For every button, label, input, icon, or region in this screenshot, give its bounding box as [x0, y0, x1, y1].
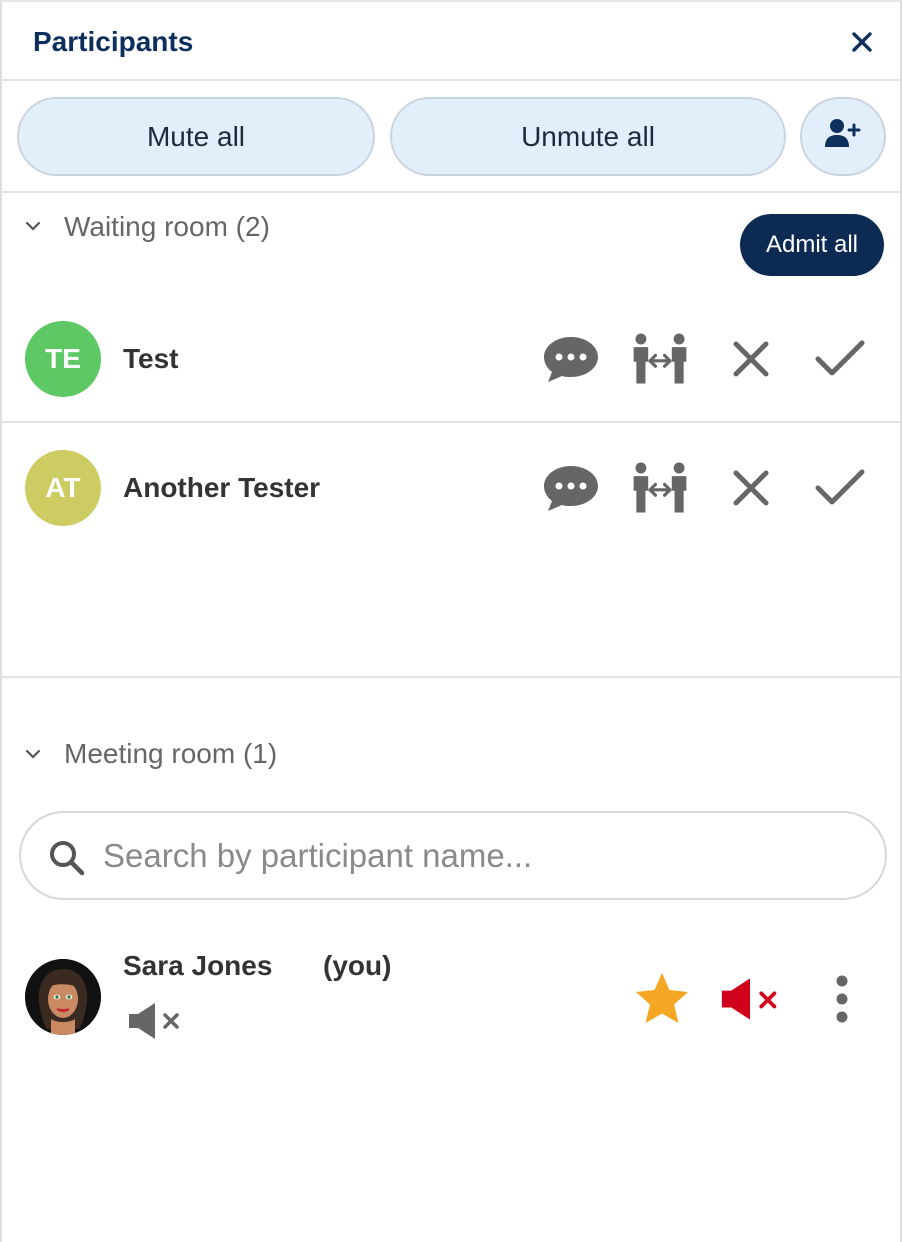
deny-icon[interactable] [721, 458, 781, 518]
move-to-breakout-icon[interactable] [630, 458, 690, 518]
waiting-room-header[interactable]: Waiting room (2) Admit all [2, 195, 900, 276]
participant-name: Test [123, 343, 179, 374]
chat-icon[interactable] [541, 329, 601, 389]
avatar: AT [25, 450, 101, 526]
section-divider [2, 676, 900, 678]
admit-icon[interactable] [810, 329, 870, 389]
meeting-participant-row: Sara Jones (you) [2, 932, 900, 1052]
move-to-breakout-icon[interactable] [630, 329, 690, 389]
search-icon [47, 838, 85, 876]
participants-panel: Participants Mute all Unmute all Waiting… [0, 0, 902, 1242]
chevron-down-icon[interactable] [24, 217, 42, 235]
invite-participant-button[interactable] [800, 97, 886, 176]
mute-speaker-icon[interactable] [720, 969, 780, 1029]
admit-icon[interactable] [810, 458, 870, 518]
muted-microphone-icon [127, 1001, 183, 1046]
panel-header: Participants [2, 2, 900, 81]
waiting-participant-row: AT Another Tester [2, 425, 900, 553]
avatar: TE [25, 321, 101, 397]
meeting-room-header[interactable]: Meeting room (1) [2, 723, 900, 783]
toolbar: Mute all Unmute all [2, 81, 900, 193]
avatar [25, 959, 101, 1035]
participant-name: Sara Jones [123, 950, 273, 981]
more-options-icon[interactable] [812, 969, 872, 1029]
add-person-icon [824, 117, 862, 156]
meeting-room-title: Meeting room (1) [64, 738, 278, 769]
admit-all-button[interactable]: Admit all [740, 214, 884, 276]
participant-name: Another Tester [123, 472, 321, 503]
chat-icon[interactable] [541, 458, 601, 518]
search-input[interactable] [103, 827, 863, 885]
star-icon[interactable] [632, 969, 692, 1029]
waiting-room-title: Waiting room (2) [64, 211, 270, 242]
participant-search [19, 811, 887, 900]
waiting-participant-row: TE Test [2, 295, 900, 423]
deny-icon[interactable] [721, 329, 781, 389]
chevron-down-icon[interactable] [24, 745, 42, 763]
panel-title: Participants [33, 26, 194, 57]
close-icon[interactable] [848, 28, 876, 56]
mute-all-button[interactable]: Mute all [17, 97, 375, 176]
unmute-all-button[interactable]: Unmute all [390, 97, 786, 176]
you-label: (you) [323, 950, 392, 981]
